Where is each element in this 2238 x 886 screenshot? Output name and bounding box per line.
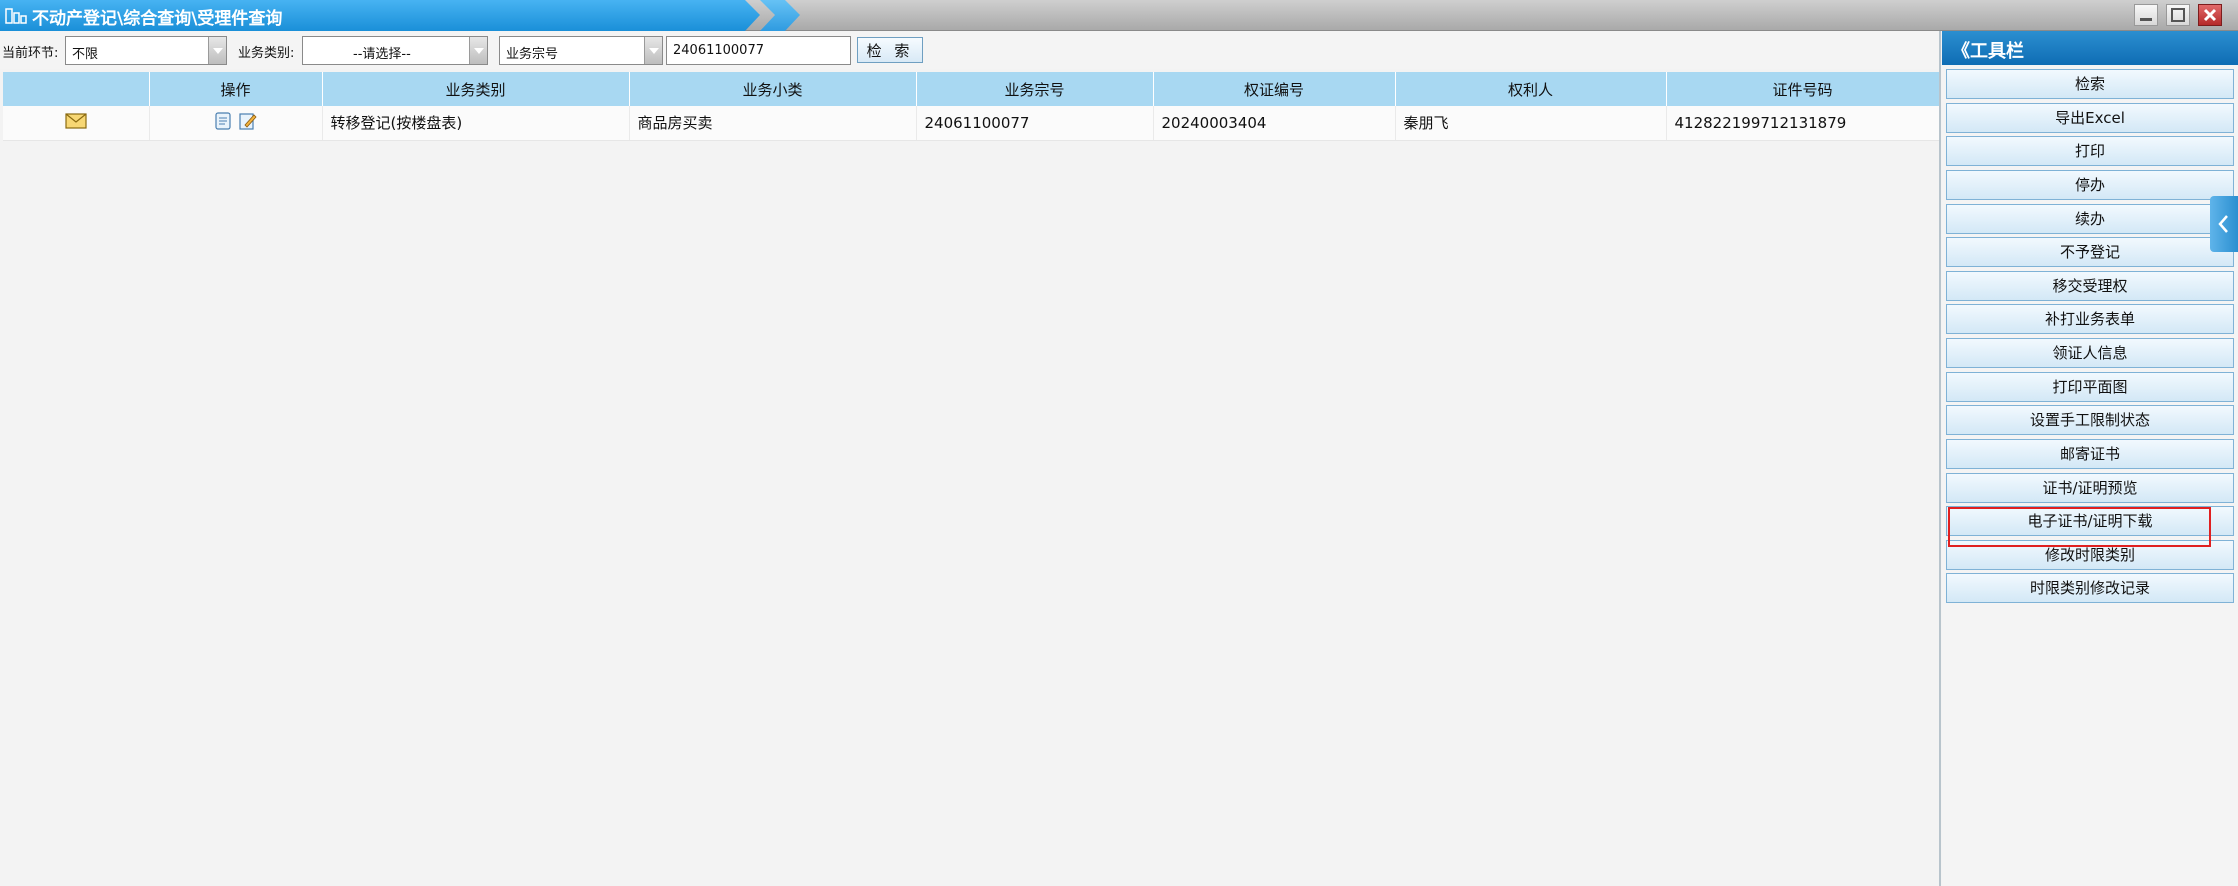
close-button[interactable] (2198, 4, 2222, 26)
window-title: 不动产登记\综合查询\受理件查询 (32, 9, 283, 29)
chevron-down-icon[interactable] (644, 37, 662, 64)
reprint-forms-button[interactable]: 补打业务表单 (1946, 304, 2234, 334)
search-tool-button[interactable]: 检索 (1946, 69, 2234, 99)
toolbar-title[interactable]: 《工具栏 (1942, 31, 2238, 65)
owner-cell: 秦朋飞 (1395, 106, 1667, 141)
resume-button[interactable]: 续办 (1946, 204, 2234, 234)
maximize-icon (2171, 8, 2185, 22)
minimize-button[interactable] (2134, 4, 2158, 26)
column-header[interactable]: 业务小类 (629, 72, 917, 106)
print-button[interactable]: 打印 (1946, 136, 2234, 166)
type-label: 业务类别: (238, 46, 295, 61)
filter-bar: 当前环节: 不限 业务类别: --请选择-- 业务宗号 检 索 (0, 31, 1940, 69)
column-header[interactable]: 权证编号 (1153, 72, 1396, 106)
edit-icon[interactable] (238, 112, 257, 130)
stage-label: 当前环节: (2, 46, 59, 61)
title-tab-arrow (760, 0, 800, 31)
search-button[interactable]: 检 索 (857, 37, 923, 63)
minimize-icon (2140, 18, 2152, 21)
transfer-acceptance-button[interactable]: 移交受理权 (1946, 271, 2234, 301)
field-select-value: 业务宗号 (506, 47, 559, 62)
operation-cell (149, 106, 323, 141)
highlight-box (1948, 507, 2211, 547)
column-header[interactable]: 业务类别 (322, 72, 630, 106)
column-header[interactable]: 权利人 (1395, 72, 1667, 106)
table-header-row: 操作 业务类别 业务小类 业务宗号 权证编号 权利人 证件号码 (3, 72, 1940, 106)
results-table: 操作 业务类别 业务小类 业务宗号 权证编号 权利人 证件号码 转移登记(按楼盘… (3, 72, 1940, 141)
export-excel-button[interactable]: 导出Excel (1946, 103, 2234, 133)
column-header[interactable]: 操作 (149, 72, 323, 106)
panel-divider[interactable] (1939, 31, 1941, 886)
certificate-preview-button[interactable]: 证书/证明预览 (1946, 473, 2234, 503)
building-icon (5, 6, 27, 24)
collapse-toolbar-tab[interactable] (2210, 196, 2238, 252)
field-select[interactable]: 业务宗号 (499, 36, 663, 65)
reject-registration-button[interactable]: 不予登记 (1946, 237, 2234, 267)
column-header[interactable]: 业务宗号 (916, 72, 1154, 106)
chevron-left-icon (2218, 215, 2228, 233)
table-row[interactable]: 转移登记(按楼盘表) 商品房买卖 24061100077 20240003404… (3, 106, 1940, 141)
category-cell: 转移登记(按楼盘表) (322, 106, 630, 141)
close-icon (2203, 8, 2217, 22)
chevron-down-icon[interactable] (208, 37, 226, 64)
stage-select[interactable]: 不限 (65, 36, 227, 65)
cert-no-cell: 20240003404 (1153, 106, 1396, 141)
stage-select-value: 不限 (72, 47, 99, 62)
envelope-icon[interactable] (65, 113, 87, 129)
subcategory-cell: 商品房买卖 (629, 106, 917, 141)
suspend-button[interactable]: 停办 (1946, 170, 2234, 200)
mail-certificate-button[interactable]: 邮寄证书 (1946, 439, 2234, 469)
maximize-button[interactable] (2166, 4, 2190, 26)
toolbar-panel: 《工具栏 检索 导出Excel 打印 停办 续办 不予登记 移交受理权 补打业务… (1942, 31, 2238, 886)
time-limit-log-button[interactable]: 时限类别修改记录 (1946, 573, 2234, 603)
business-no-cell: 24061100077 (916, 106, 1154, 141)
type-select[interactable]: --请选择-- (302, 36, 488, 65)
column-header[interactable]: 证件号码 (1666, 72, 1940, 106)
id-no-cell: 412822199712131879 (1666, 106, 1940, 141)
chevron-down-icon[interactable] (469, 37, 487, 64)
mail-cell[interactable] (3, 106, 150, 141)
print-floorplan-button[interactable]: 打印平面图 (1946, 372, 2234, 402)
search-input[interactable] (666, 36, 851, 65)
column-header (3, 72, 150, 106)
type-select-value: --请选择-- (353, 47, 411, 62)
title-bar: 不动产登记\综合查询\受理件查询 (0, 0, 2238, 31)
recipient-info-button[interactable]: 领证人信息 (1946, 338, 2234, 368)
document-icon[interactable] (214, 112, 231, 130)
set-manual-restriction-button[interactable]: 设置手工限制状态 (1946, 405, 2234, 435)
